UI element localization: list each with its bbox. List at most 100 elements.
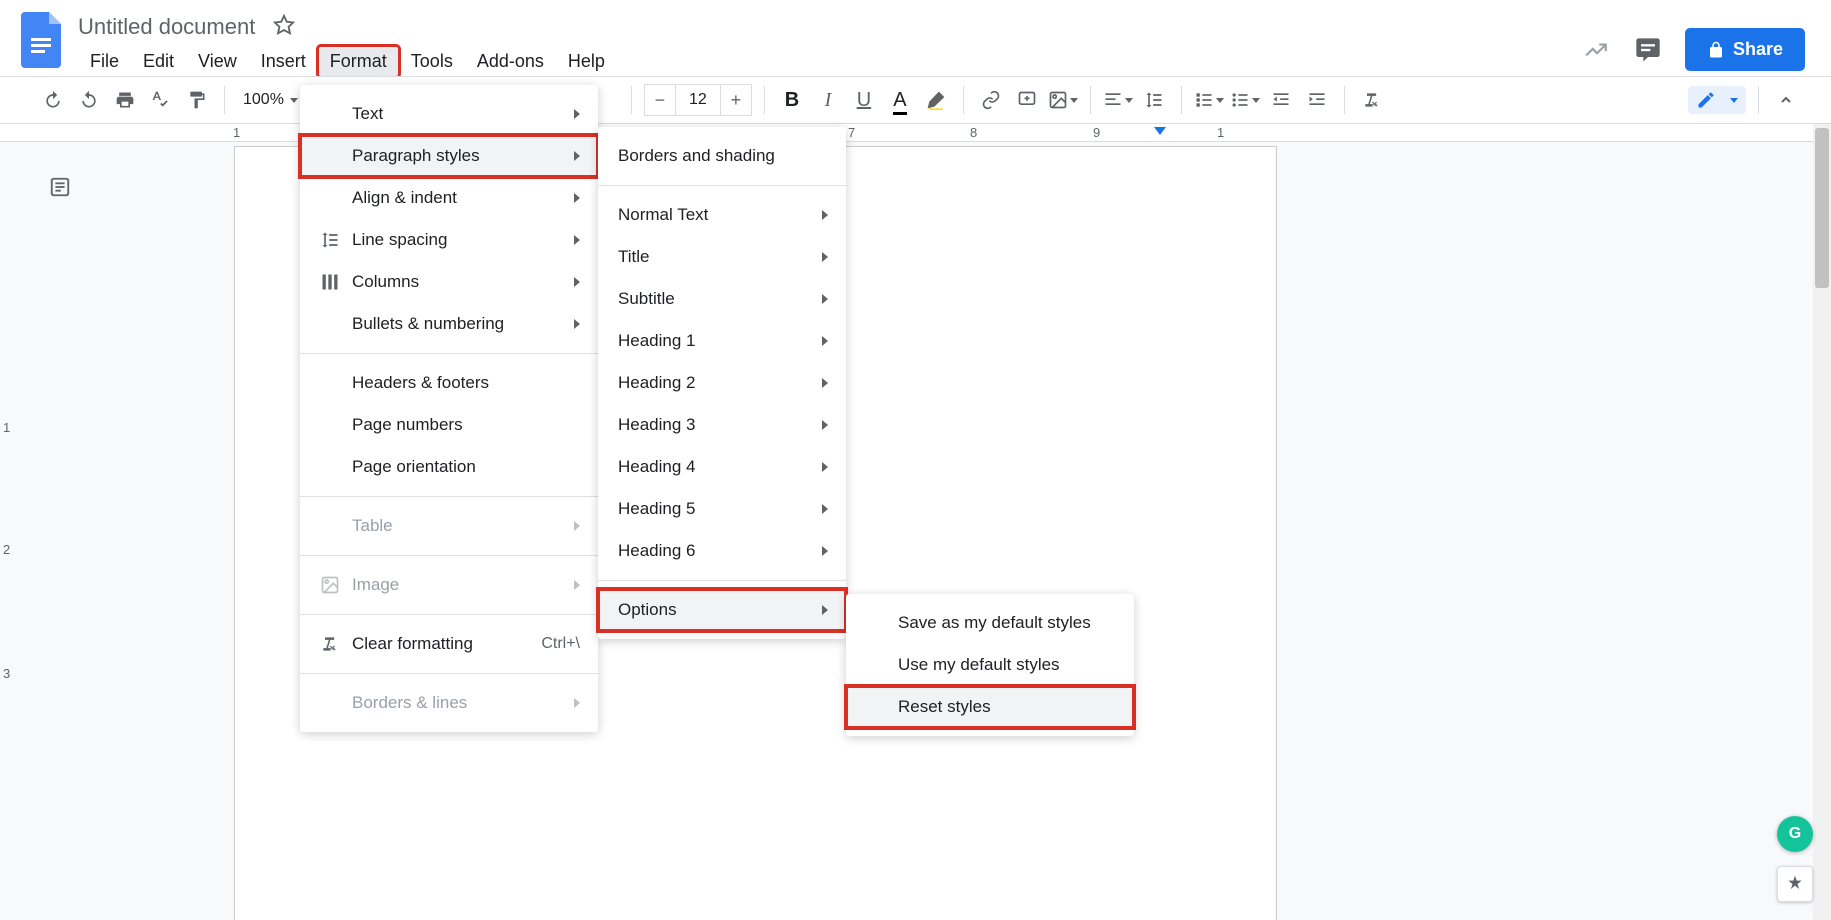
options-use-default[interactable]: Use my default styles bbox=[846, 644, 1134, 686]
font-size-increase[interactable]: + bbox=[720, 84, 752, 116]
pstyle-subtitle[interactable]: Subtitle bbox=[598, 278, 846, 320]
menu-divider bbox=[300, 614, 598, 615]
separator bbox=[1181, 86, 1182, 114]
font-size-value[interactable]: 12 bbox=[676, 84, 720, 116]
scrollbar-thumb[interactable] bbox=[1815, 128, 1829, 288]
format-clear-formatting[interactable]: Clear formatting Ctrl+\ bbox=[300, 623, 598, 665]
activity-icon[interactable] bbox=[1581, 35, 1611, 65]
format-columns[interactable]: Columns bbox=[300, 261, 598, 303]
pstyle-title[interactable]: Title bbox=[598, 236, 846, 278]
grammarly-icon[interactable]: G bbox=[1777, 816, 1813, 852]
bulleted-list-button[interactable] bbox=[1230, 85, 1260, 115]
clear-format-button[interactable] bbox=[1357, 85, 1387, 115]
zoom-dropdown[interactable]: 100% bbox=[237, 91, 304, 109]
menu-addons[interactable]: Add-ons bbox=[465, 46, 556, 77]
app-root: Untitled document File Edit View Insert … bbox=[0, 0, 1831, 920]
clear-format-icon bbox=[320, 634, 352, 654]
font-size-decrease[interactable]: − bbox=[644, 84, 676, 116]
bold-button[interactable]: B bbox=[777, 85, 807, 115]
canvas-area: 1 7 8 9 1 1 2 3 G bbox=[0, 124, 1831, 920]
docs-logo[interactable] bbox=[18, 10, 68, 70]
pstyle-heading-1[interactable]: Heading 1 bbox=[598, 320, 846, 362]
align-button[interactable] bbox=[1103, 85, 1133, 115]
share-button[interactable]: Share bbox=[1685, 28, 1805, 71]
separator bbox=[1758, 86, 1759, 114]
pstyle-heading-2[interactable]: Heading 2 bbox=[598, 362, 846, 404]
pstyle-heading-5[interactable]: Heading 5 bbox=[598, 488, 846, 530]
header: Untitled document File Edit View Insert … bbox=[0, 0, 1831, 76]
document-outline-button[interactable] bbox=[45, 172, 75, 202]
format-align-indent[interactable]: Align & indent bbox=[300, 177, 598, 219]
pstyle-borders-shading[interactable]: Borders and shading bbox=[598, 135, 846, 177]
format-paragraph-styles[interactable]: Paragraph styles bbox=[300, 135, 598, 177]
print-button[interactable] bbox=[110, 85, 140, 115]
chevron-right-icon bbox=[574, 319, 580, 329]
italic-button[interactable]: I bbox=[813, 85, 843, 115]
menu-format[interactable]: Format bbox=[318, 46, 399, 77]
underline-button[interactable]: U bbox=[849, 85, 879, 115]
menu-tools[interactable]: Tools bbox=[399, 46, 465, 77]
lock-icon bbox=[1707, 41, 1725, 59]
pstyle-heading-6[interactable]: Heading 6 bbox=[598, 530, 846, 572]
outdent-button[interactable] bbox=[1266, 85, 1296, 115]
checklist-button[interactable] bbox=[1194, 85, 1224, 115]
format-headers-footers[interactable]: Headers & footers bbox=[300, 362, 598, 404]
options-reset-styles[interactable]: Reset styles bbox=[846, 686, 1134, 728]
insert-image-button[interactable] bbox=[1048, 85, 1078, 115]
document-title[interactable]: Untitled document bbox=[78, 14, 255, 40]
highlight-button[interactable] bbox=[921, 85, 951, 115]
redo-button[interactable] bbox=[74, 85, 104, 115]
share-label: Share bbox=[1733, 39, 1783, 60]
menu-divider bbox=[300, 353, 598, 354]
spellcheck-button[interactable] bbox=[146, 85, 176, 115]
canvas-scroll[interactable]: 1 7 8 9 1 1 2 3 bbox=[0, 124, 1831, 920]
pencil-icon bbox=[1696, 90, 1716, 110]
add-comment-button[interactable] bbox=[1012, 85, 1042, 115]
format-page-orientation[interactable]: Page orientation bbox=[300, 446, 598, 488]
text-color-button[interactable]: A bbox=[885, 85, 915, 115]
pstyle-heading-3[interactable]: Heading 3 bbox=[598, 404, 846, 446]
comments-icon[interactable] bbox=[1633, 35, 1663, 65]
options-save-default[interactable]: Save as my default styles bbox=[846, 602, 1134, 644]
horizontal-ruler[interactable]: 1 7 8 9 1 bbox=[0, 124, 1831, 142]
format-bullets-numbering[interactable]: Bullets & numbering bbox=[300, 303, 598, 345]
pstyle-normal-text[interactable]: Normal Text bbox=[598, 194, 846, 236]
chevron-up-button[interactable] bbox=[1771, 85, 1801, 115]
menu-file[interactable]: File bbox=[78, 46, 131, 77]
format-page-numbers[interactable]: Page numbers bbox=[300, 404, 598, 446]
chevron-right-icon bbox=[822, 504, 828, 514]
chevron-right-icon bbox=[822, 605, 828, 615]
chevron-down-icon bbox=[1125, 98, 1133, 103]
menu-divider bbox=[598, 580, 846, 581]
chevron-right-icon bbox=[822, 294, 828, 304]
zoom-value: 100% bbox=[243, 91, 284, 109]
chevron-right-icon bbox=[574, 698, 580, 708]
font-size-stepper[interactable]: − 12 + bbox=[644, 84, 752, 116]
menu-view[interactable]: View bbox=[186, 46, 249, 77]
vertical-ruler[interactable]: 1 2 3 bbox=[3, 172, 17, 920]
pstyle-heading-4[interactable]: Heading 4 bbox=[598, 446, 846, 488]
format-text[interactable]: Text bbox=[300, 93, 598, 135]
vertical-scrollbar[interactable] bbox=[1813, 124, 1831, 920]
format-image[interactable]: Image bbox=[300, 564, 598, 606]
menu-help[interactable]: Help bbox=[556, 46, 617, 77]
indent-button[interactable] bbox=[1302, 85, 1332, 115]
format-line-spacing[interactable]: Line spacing bbox=[300, 219, 598, 261]
paint-format-button[interactable] bbox=[182, 85, 212, 115]
chevron-right-icon bbox=[822, 252, 828, 262]
menu-insert[interactable]: Insert bbox=[249, 46, 318, 77]
pstyle-options[interactable]: Options bbox=[598, 589, 846, 631]
explore-button[interactable] bbox=[1777, 866, 1813, 902]
format-table[interactable]: Table bbox=[300, 505, 598, 547]
line-spacing-button[interactable] bbox=[1139, 85, 1169, 115]
chevron-right-icon bbox=[822, 462, 828, 472]
star-icon[interactable] bbox=[273, 14, 295, 41]
indent-marker-icon[interactable] bbox=[1154, 127, 1166, 135]
editing-mode-button[interactable] bbox=[1688, 86, 1746, 114]
format-borders-lines[interactable]: Borders & lines bbox=[300, 682, 598, 724]
link-button[interactable] bbox=[976, 85, 1006, 115]
chevron-down-icon bbox=[1730, 98, 1738, 103]
separator bbox=[963, 86, 964, 114]
undo-button[interactable] bbox=[38, 85, 68, 115]
menu-edit[interactable]: Edit bbox=[131, 46, 186, 77]
